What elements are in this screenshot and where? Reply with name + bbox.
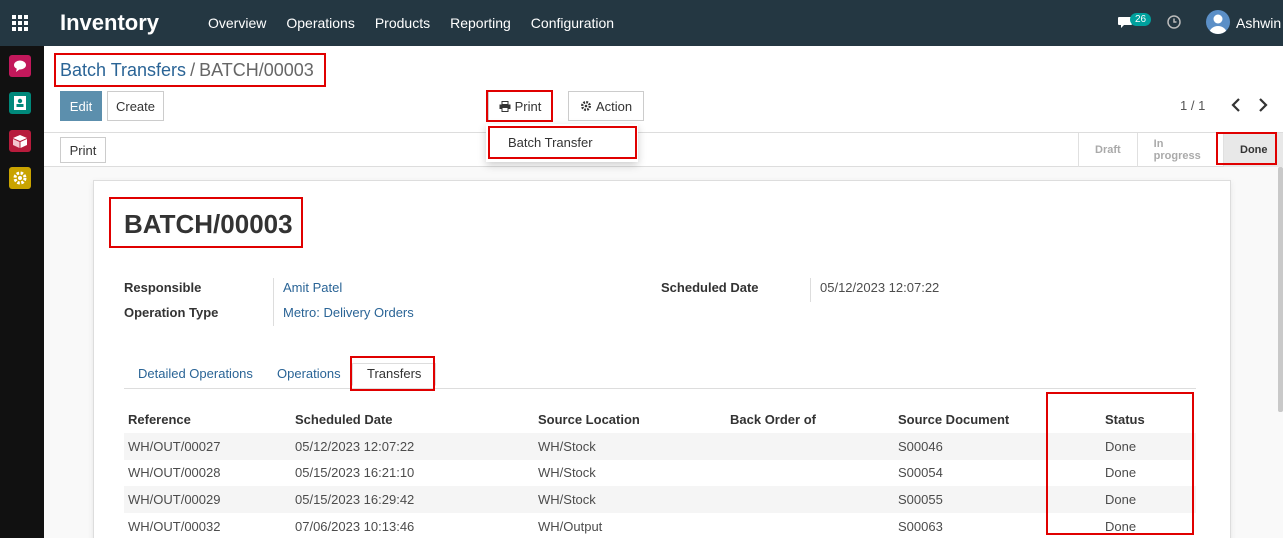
- action-button[interactable]: Action: [568, 91, 644, 121]
- apps-menu-icon[interactable]: [12, 15, 30, 31]
- column-status[interactable]: Status: [1105, 412, 1145, 427]
- menu-reporting[interactable]: Reporting: [450, 15, 511, 31]
- cell-status: Done: [1105, 465, 1137, 480]
- stage-draft: Draft: [1078, 133, 1137, 167]
- inventory-icon[interactable]: [9, 130, 31, 152]
- cell-source-location: WH/Output: [538, 519, 603, 534]
- cell-scheduled-date: 05/12/2023 12:07:22: [295, 439, 415, 454]
- cell-reference: WH/OUT/00027: [128, 439, 221, 454]
- app-title[interactable]: Inventory: [60, 10, 159, 36]
- tabs-divider: [124, 388, 1196, 389]
- breadcrumb: Batch Transfers / BATCH/00003: [60, 60, 314, 81]
- stage-in-progress: In progress: [1136, 133, 1223, 167]
- menu-overview[interactable]: Overview: [208, 15, 266, 31]
- column-reference[interactable]: Reference: [128, 412, 191, 427]
- app-sidebar: [0, 46, 44, 538]
- settings-icon[interactable]: [9, 167, 31, 189]
- pager-value[interactable]: 1 / 1: [1180, 98, 1205, 113]
- cell-status: Done: [1105, 492, 1137, 507]
- cell-source-document: S00063: [898, 519, 943, 534]
- column-scheduled-date[interactable]: Scheduled Date: [295, 412, 393, 427]
- tab-detailed-operations[interactable]: Detailed Operations: [138, 366, 253, 381]
- cell-source-location: WH/Stock: [538, 492, 596, 507]
- breadcrumb-current: BATCH/00003: [199, 60, 314, 80]
- cell-reference: WH/OUT/00032: [128, 519, 221, 534]
- record-title: BATCH/00003: [124, 209, 293, 239]
- contacts-icon[interactable]: [9, 92, 31, 114]
- tab-transfers[interactable]: Transfers: [352, 363, 437, 386]
- edit-button[interactable]: Edit: [60, 91, 102, 121]
- table-row[interactable]: [124, 433, 1196, 460]
- chevron-left-icon[interactable]: [1229, 96, 1243, 114]
- column-back-order-of[interactable]: Back Order of: [730, 412, 816, 427]
- print-button[interactable]: Print: [488, 91, 552, 121]
- cell-reference: WH/OUT/00028: [128, 465, 221, 480]
- scheduled-date-label: Scheduled Date: [661, 280, 759, 295]
- table-row[interactable]: [124, 513, 1196, 538]
- cell-reference: WH/OUT/00029: [128, 492, 221, 507]
- cell-scheduled-date: 05/15/2023 16:21:10: [295, 465, 415, 480]
- responsible-value[interactable]: Amit Patel: [283, 280, 342, 295]
- top-navbar: Inventory Overview Operations Products R…: [0, 0, 1283, 46]
- scheduled-date-value: 05/12/2023 12:07:22: [820, 280, 940, 295]
- control-panel: Batch Transfers / BATCH/00003 Edit Create …: [44, 46, 1283, 133]
- responsible-label: Responsible: [124, 280, 202, 295]
- statusbar-print-button[interactable]: Print: [60, 137, 106, 163]
- table-row[interactable]: [124, 460, 1196, 487]
- table-row[interactable]: [124, 486, 1196, 513]
- menu-configuration[interactable]: Configuration: [531, 15, 614, 31]
- breadcrumb-separator: /: [190, 60, 196, 80]
- avatar[interactable]: [1206, 10, 1230, 34]
- print-dropdown-menu: Batch Transfer: [486, 124, 638, 162]
- stage-done: Done: [1223, 133, 1283, 167]
- gear-icon: [580, 101, 591, 111]
- column-source-document[interactable]: Source Document: [898, 412, 1009, 427]
- print-menu-batch-transfer[interactable]: Batch Transfer: [508, 135, 593, 150]
- clock-icon[interactable]: [1167, 15, 1181, 29]
- menu-products[interactable]: Products: [375, 15, 430, 31]
- cell-source-location: WH/Stock: [538, 439, 596, 454]
- user-name[interactable]: Ashwin: [1236, 15, 1281, 31]
- cell-scheduled-date: 07/06/2023 10:13:46: [295, 519, 415, 534]
- print-label: Print: [514, 98, 542, 114]
- chevron-right-icon[interactable]: [1256, 96, 1270, 114]
- cell-status: Done: [1105, 439, 1137, 454]
- breadcrumb-parent[interactable]: Batch Transfers: [60, 60, 186, 80]
- cell-source-location: WH/Stock: [538, 465, 596, 480]
- operation-type-value[interactable]: Metro: Delivery Orders: [283, 305, 414, 320]
- stage-pipeline: Draft In progress Done: [1078, 133, 1283, 167]
- operation-type-label: Operation Type: [124, 305, 219, 320]
- main-menu: Overview Operations Products Reporting C…: [208, 15, 634, 31]
- menu-operations[interactable]: Operations: [286, 15, 354, 31]
- action-label: Action: [595, 98, 633, 114]
- notification-badge: 26: [1130, 13, 1152, 26]
- cell-source-document: S00046: [898, 439, 943, 454]
- cell-scheduled-date: 05/15/2023 16:29:42: [295, 492, 415, 507]
- discuss-icon[interactable]: [9, 55, 31, 77]
- tab-operations[interactable]: Operations: [277, 366, 341, 381]
- cell-source-document: S00055: [898, 492, 943, 507]
- column-source-location[interactable]: Source Location: [538, 412, 640, 427]
- status-bar: Print Draft In progress Done: [44, 133, 1283, 167]
- cell-source-document: S00054: [898, 465, 943, 480]
- scrollbar[interactable]: [1278, 167, 1283, 412]
- field-divider: [273, 278, 274, 326]
- field-divider: [810, 278, 811, 302]
- create-button[interactable]: Create: [107, 91, 164, 121]
- printer-icon: [499, 100, 511, 112]
- cell-status: Done: [1105, 519, 1137, 534]
